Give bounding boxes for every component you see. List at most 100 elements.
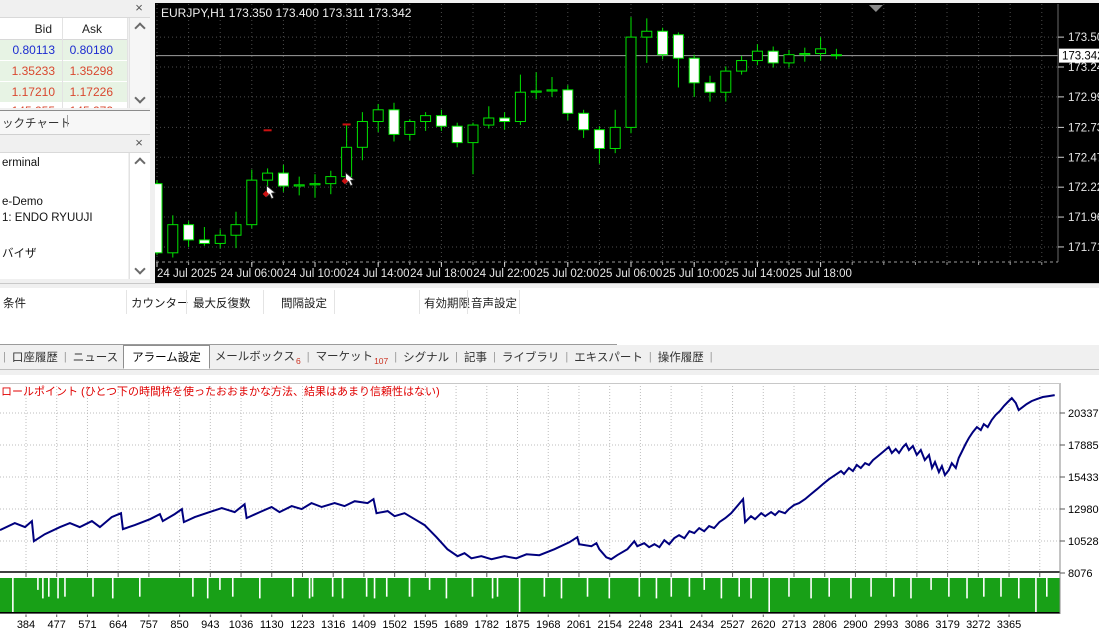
alerts-column-条件[interactable]: 条件 bbox=[3, 295, 26, 311]
svg-text:24 Jul 22:00: 24 Jul 22:00 bbox=[473, 268, 536, 280]
svg-text:2341: 2341 bbox=[659, 619, 683, 631]
svg-text:3179: 3179 bbox=[935, 619, 959, 631]
svg-text:1595: 1595 bbox=[413, 619, 437, 631]
market-watch-titlebar: × bbox=[0, 0, 150, 18]
navigator-item[interactable]: バイザ bbox=[2, 245, 37, 261]
quote-row[interactable]: 1.17210 1.17226 bbox=[0, 82, 128, 102]
svg-text:1409: 1409 bbox=[352, 619, 376, 631]
svg-text:571: 571 bbox=[78, 619, 96, 631]
ask-value: 145.272 bbox=[70, 104, 113, 108]
svg-text:172.730: 172.730 bbox=[1068, 122, 1099, 134]
tab-マーケット[interactable]: マーケット107 bbox=[311, 346, 394, 367]
tab-シグナル[interactable]: シグナル bbox=[398, 347, 454, 367]
navigator-item[interactable]: 1: ENDO RYUUJI bbox=[2, 212, 93, 224]
column-divider bbox=[186, 290, 187, 314]
svg-text:24 Jul 10:00: 24 Jul 10:00 bbox=[284, 268, 347, 280]
alerts-column-最大反復数[interactable]: 最大反復数 bbox=[193, 295, 251, 311]
svg-text:172.990: 172.990 bbox=[1068, 92, 1099, 104]
mt4-window: × Bid Ask 0.801130.801801.352331.352981.… bbox=[0, 0, 1099, 634]
svg-text:384: 384 bbox=[17, 619, 35, 631]
svg-text:25 Jul 14:00: 25 Jul 14:00 bbox=[726, 268, 789, 280]
svg-text:25 Jul 10:00: 25 Jul 10:00 bbox=[663, 268, 726, 280]
svg-text:173.245: 173.245 bbox=[1068, 62, 1099, 74]
svg-text:2248: 2248 bbox=[628, 619, 652, 631]
column-header-ask[interactable]: Ask bbox=[82, 22, 102, 36]
candlestick-chart[interactable]: 173.500173.245172.990172.730172.475172.2… bbox=[155, 0, 1099, 283]
tab-操作履歴[interactable]: 操作履歴 bbox=[653, 347, 709, 367]
close-icon[interactable]: × bbox=[132, 136, 146, 150]
scroll-up-icon[interactable] bbox=[134, 22, 145, 33]
quote-list: 0.801130.801801.352331.352981.172101.172… bbox=[0, 40, 128, 108]
svg-text:172.475: 172.475 bbox=[1068, 152, 1099, 164]
svg-text:2900: 2900 bbox=[843, 619, 867, 631]
alerts-column-カウンター[interactable]: カウンター bbox=[131, 295, 189, 311]
quote-row[interactable]: 0.80113 0.80180 bbox=[0, 40, 128, 60]
market-watch-tabs: ックチャート | bbox=[0, 110, 150, 135]
svg-text:1689: 1689 bbox=[444, 619, 468, 631]
tab-アラーム設定[interactable]: アラーム設定 bbox=[123, 345, 210, 369]
tab-badge: 6 bbox=[296, 356, 301, 366]
tab-separator: | bbox=[709, 351, 714, 363]
terminal-tabstrip: |口座履歴|ニュースアラーム設定メールボックス6|マーケット107|シグナル|記… bbox=[0, 345, 1099, 369]
svg-text:1130: 1130 bbox=[260, 619, 284, 631]
svg-text:850: 850 bbox=[170, 619, 188, 631]
navigator-item[interactable]: erminal bbox=[2, 157, 40, 169]
column-header-bid[interactable]: Bid bbox=[35, 22, 52, 36]
svg-text:20337: 20337 bbox=[1068, 408, 1099, 420]
alerts-empty-list[interactable] bbox=[0, 316, 1099, 344]
navigator-scrollbar[interactable] bbox=[129, 153, 150, 279]
svg-text:3365: 3365 bbox=[997, 619, 1021, 631]
tab-口座履歴[interactable]: 口座履歴 bbox=[7, 347, 63, 367]
navigator-item[interactable]: e-Demo bbox=[2, 196, 43, 208]
tab-ライブラリ[interactable]: ライブラリ bbox=[497, 347, 565, 367]
svg-text:24 Jul 14:00: 24 Jul 14:00 bbox=[347, 268, 410, 280]
svg-text:1036: 1036 bbox=[229, 619, 253, 631]
svg-text:757: 757 bbox=[140, 619, 158, 631]
column-divider bbox=[419, 290, 420, 314]
scroll-down-icon[interactable] bbox=[134, 263, 145, 274]
tester-balance-graph[interactable]: ロールポイント (ひとつ下の時間枠を使ったおおまかな方法、結果はあまり信頼性はな… bbox=[0, 383, 1099, 634]
alerts-column-間隔設定[interactable]: 間隔設定 bbox=[281, 295, 327, 311]
scroll-up-icon[interactable] bbox=[134, 157, 145, 168]
column-divider bbox=[263, 290, 264, 314]
tab-ニュース[interactable]: ニュース bbox=[68, 347, 123, 367]
column-divider bbox=[127, 18, 128, 108]
svg-text:1502: 1502 bbox=[382, 619, 406, 631]
tab-separator: | bbox=[66, 115, 69, 127]
svg-text:2620: 2620 bbox=[751, 619, 775, 631]
quote-row[interactable]: 145.255145.272 bbox=[0, 103, 128, 108]
ask-value: 1.35298 bbox=[70, 64, 113, 78]
svg-text:1782: 1782 bbox=[475, 619, 499, 631]
svg-text:173.342: 173.342 bbox=[1062, 51, 1099, 63]
svg-text:2806: 2806 bbox=[812, 619, 836, 631]
svg-text:173.500: 173.500 bbox=[1068, 32, 1099, 44]
svg-text:2061: 2061 bbox=[567, 619, 591, 631]
quote-row[interactable]: 1.352331.35298 bbox=[0, 61, 128, 81]
svg-text:25 Jul 06:00: 25 Jul 06:00 bbox=[600, 268, 663, 280]
market-watch-header: Bid Ask bbox=[0, 18, 128, 40]
scroll-down-icon[interactable] bbox=[134, 92, 145, 103]
navigator-tree: erminal e-Demo 1: ENDO RYUUJI バイザ bbox=[0, 153, 128, 279]
method-annotation: ロールポイント (ひとつ下の時間枠を使ったおおまかな方法、結果はあまり信頼性はな… bbox=[1, 384, 440, 398]
svg-text:477: 477 bbox=[48, 619, 66, 631]
svg-text:1223: 1223 bbox=[290, 619, 314, 631]
lots-band bbox=[0, 578, 1060, 612]
chart-title: EURJPY,H1 173.350 173.400 173.311 173.34… bbox=[161, 6, 412, 20]
candlestick-svg: 173.500173.245172.990172.730172.475172.2… bbox=[155, 0, 1099, 283]
alerts-column-有効期限[interactable]: 有効期限 bbox=[424, 295, 470, 311]
svg-text:1875: 1875 bbox=[505, 619, 529, 631]
bid-value: 0.80113 bbox=[13, 43, 56, 57]
column-divider bbox=[126, 290, 127, 314]
tab-記事[interactable]: 記事 bbox=[459, 347, 492, 367]
tab-エキスパート[interactable]: エキスパート bbox=[569, 347, 648, 367]
ask-value: 0.80180 bbox=[70, 43, 113, 57]
column-divider bbox=[334, 290, 335, 314]
bid-value: 1.17210 bbox=[12, 85, 55, 99]
alerts-column-音声設定[interactable]: 音声設定 bbox=[471, 295, 517, 311]
market-watch-scrollbar[interactable] bbox=[129, 18, 150, 108]
close-icon[interactable]: × bbox=[132, 1, 146, 15]
svg-text:664: 664 bbox=[109, 619, 127, 631]
tab-tick-chart[interactable]: ックチャート bbox=[2, 115, 71, 131]
tab-メールボックス[interactable]: メールボックス6 bbox=[210, 346, 306, 367]
ask-value: 1.17226 bbox=[70, 85, 113, 99]
